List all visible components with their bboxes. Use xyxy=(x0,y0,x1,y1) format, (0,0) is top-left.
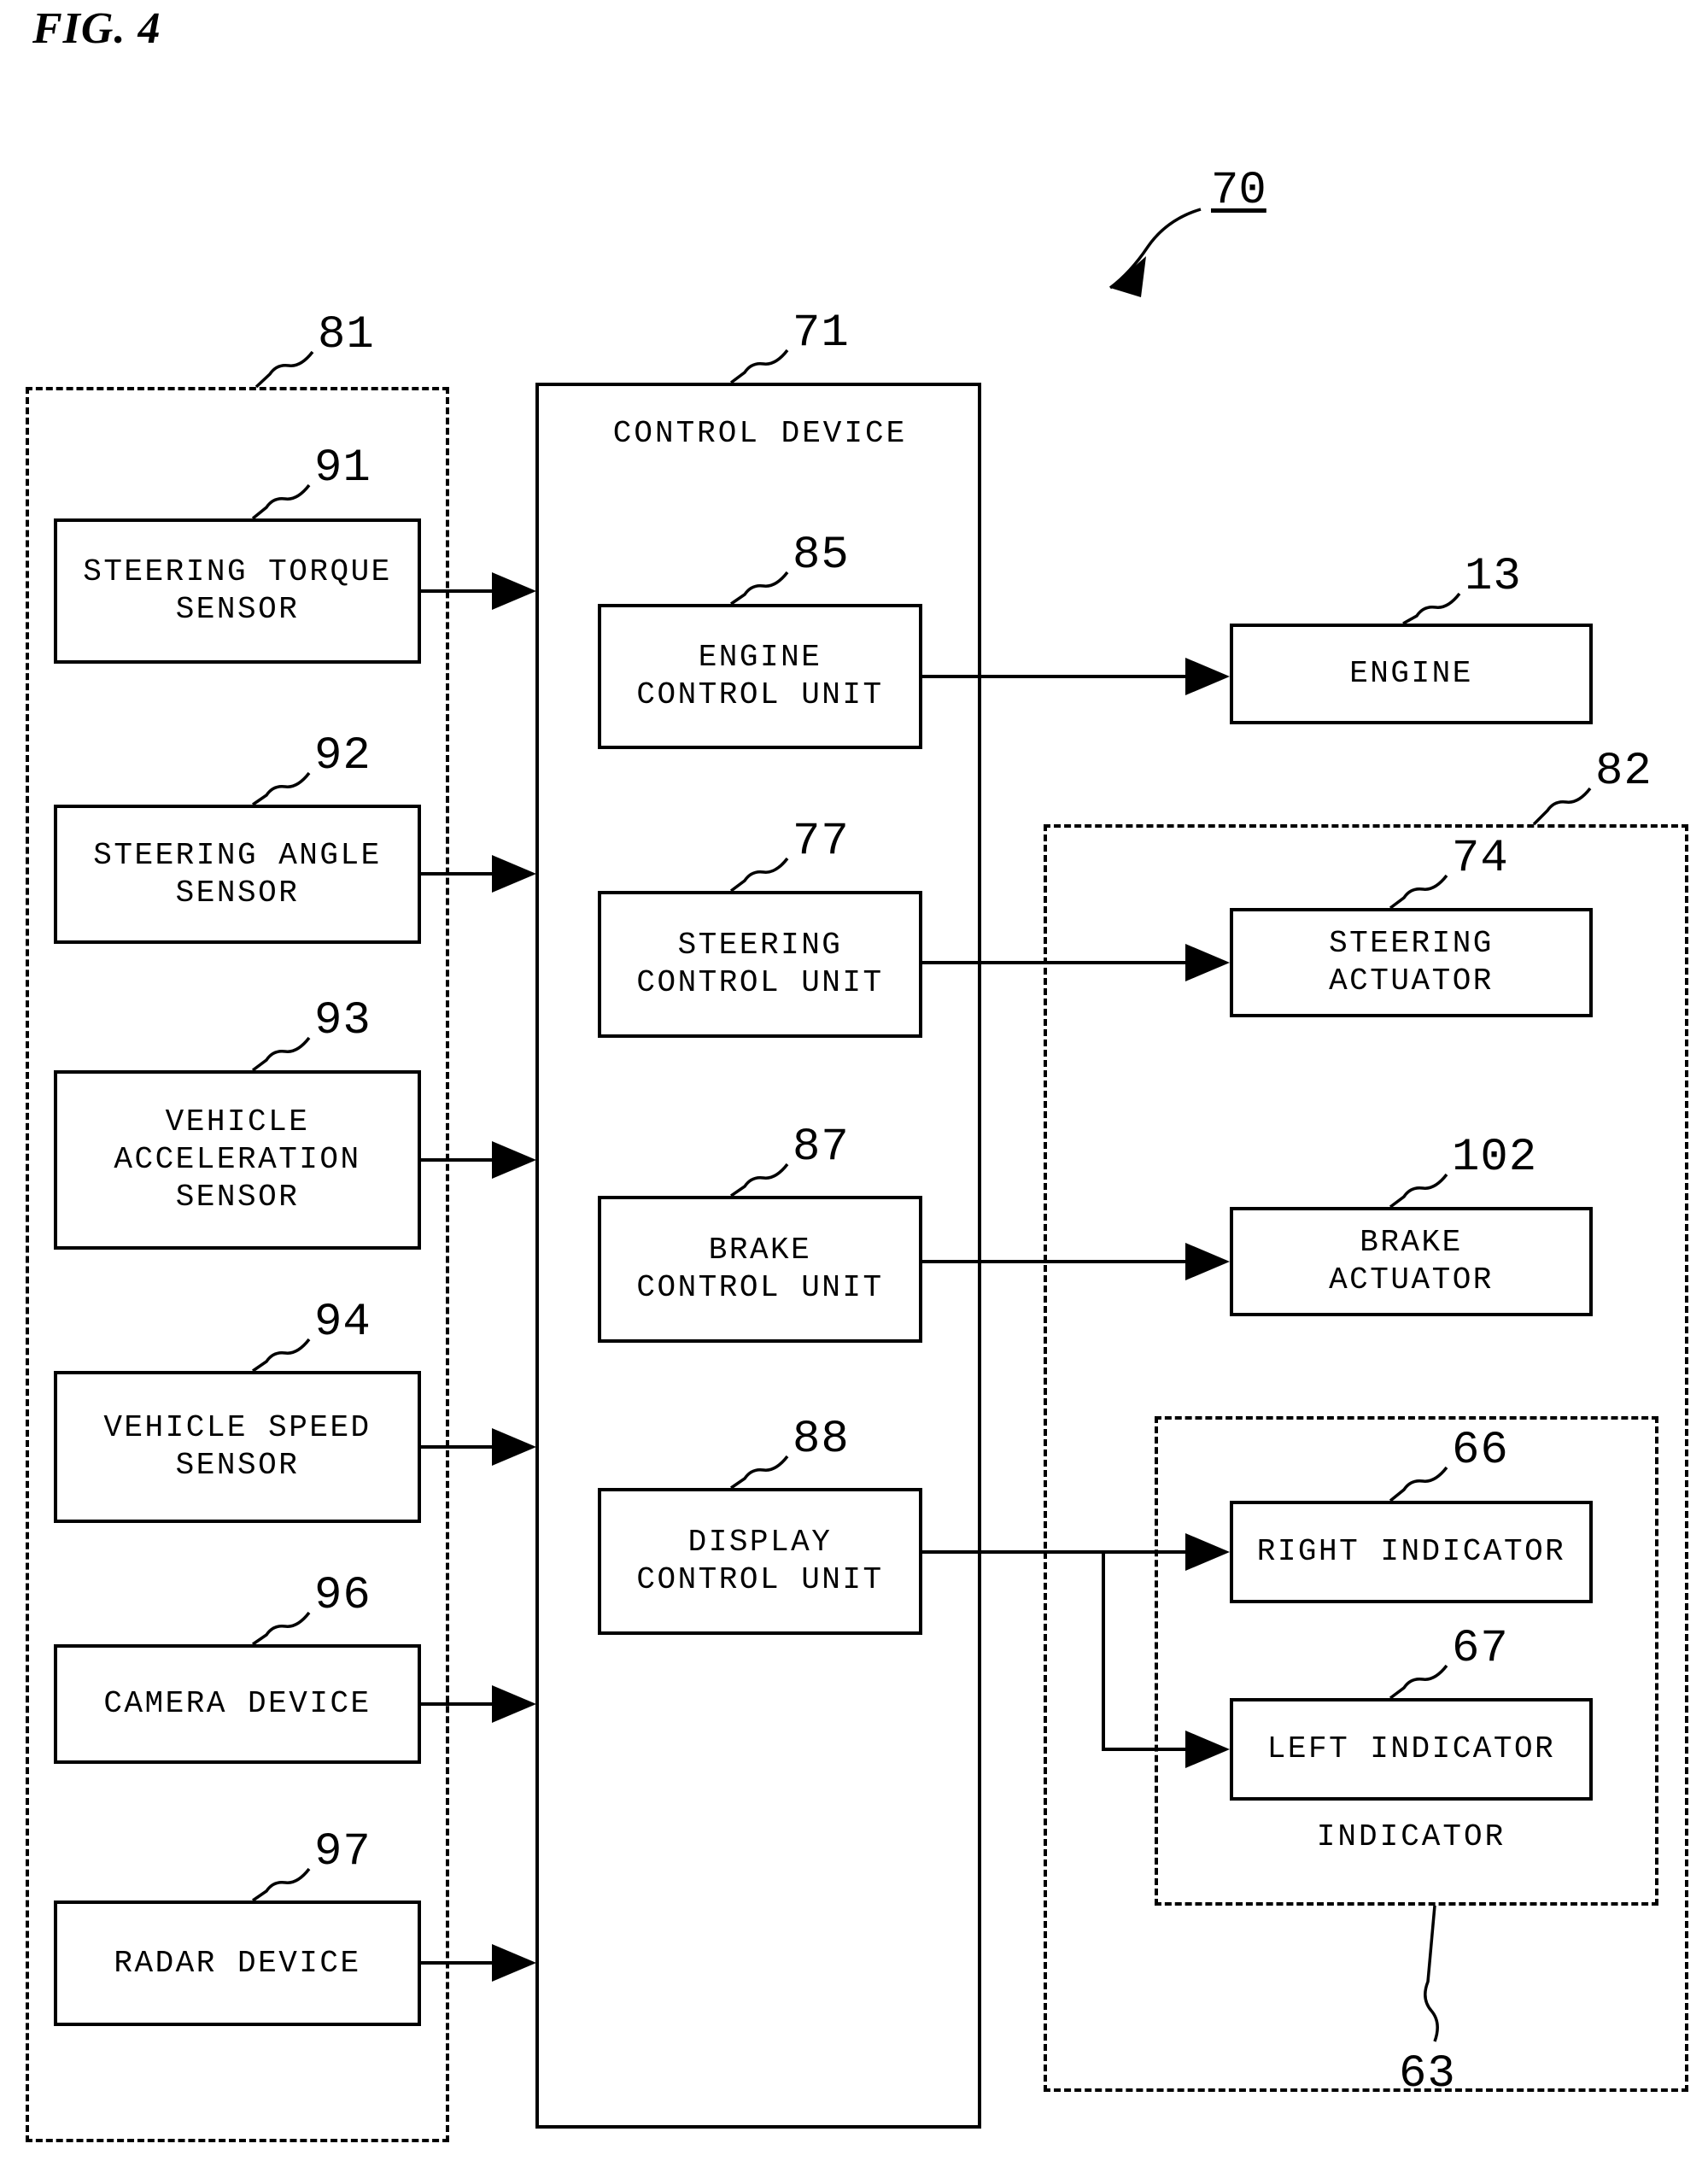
sensor-label-line2: SENSOR xyxy=(175,875,300,911)
engine-box[interactable]: ENGINE xyxy=(1230,624,1593,724)
sensor-steering-torque[interactable]: STEERING TORQUE SENSOR xyxy=(54,518,421,664)
engine-control-unit[interactable]: ENGINE CONTROL UNIT xyxy=(598,604,922,749)
ref-label-92: 92 xyxy=(314,730,371,782)
lead-line-81 xyxy=(254,350,314,389)
unit-label-line1: DISPLAY xyxy=(687,1525,833,1561)
sensor-label-line3: SENSOR xyxy=(175,1179,300,1215)
actuator-label-line1: STEERING xyxy=(1329,926,1494,962)
sensor-camera-device[interactable]: CAMERA DEVICE xyxy=(54,1644,421,1764)
ref-label-63: 63 xyxy=(1399,2048,1456,2100)
sensor-label-line2: SENSOR xyxy=(175,592,300,627)
ref-label-88: 88 xyxy=(793,1414,850,1466)
right-indicator-box[interactable]: RIGHT INDICATOR xyxy=(1230,1501,1593,1603)
unit-label-line2: CONTROL UNIT xyxy=(636,677,884,712)
unit-label-line1: STEERING xyxy=(677,928,843,963)
indicator-group-caption: INDICATOR xyxy=(1316,1819,1506,1854)
indicator-label: RIGHT INDICATOR xyxy=(1256,1534,1566,1570)
steering-control-unit[interactable]: STEERING CONTROL UNIT xyxy=(598,891,922,1038)
figure-title: FIG. 4 xyxy=(32,4,161,53)
ref-label-77: 77 xyxy=(793,816,850,868)
unit-label-line1: ENGINE xyxy=(698,640,822,676)
ref-label-66: 66 xyxy=(1452,1425,1509,1477)
ref-label-13: 13 xyxy=(1465,551,1522,603)
ref-label-67: 67 xyxy=(1452,1623,1509,1675)
steering-actuator-box[interactable]: STEERING ACTUATOR xyxy=(1230,908,1593,1017)
actuator-label-line1: BRAKE xyxy=(1360,1225,1463,1261)
ref-label-96: 96 xyxy=(314,1570,371,1622)
sensor-label-line2: ACCELERATION xyxy=(114,1142,361,1178)
actuator-label-line2: ACTUATOR xyxy=(1329,963,1494,999)
lead-line-71 xyxy=(729,348,789,384)
sensor-label-line1: STEERING ANGLE xyxy=(93,837,382,873)
ref-label-93: 93 xyxy=(314,995,371,1047)
left-indicator-box[interactable]: LEFT INDICATOR xyxy=(1230,1698,1593,1801)
unit-label-line2: CONTROL UNIT xyxy=(636,1562,884,1597)
unit-label-line1: BRAKE xyxy=(708,1233,812,1268)
ref-label-82: 82 xyxy=(1595,746,1652,798)
ref-label-87: 87 xyxy=(793,1122,850,1174)
ref-label-85: 85 xyxy=(793,530,850,582)
ref-label-94: 94 xyxy=(314,1297,371,1349)
system-ref-label: 70 xyxy=(1211,165,1266,217)
sensor-radar-device[interactable]: RADAR DEVICE xyxy=(54,1901,421,2026)
sensor-label-line1: CAMERA DEVICE xyxy=(103,1686,371,1722)
sensor-steering-angle[interactable]: STEERING ANGLE SENSOR xyxy=(54,805,421,944)
ref-label-97: 97 xyxy=(314,1826,371,1878)
sensor-label-line1: VEHICLE SPEED xyxy=(103,1410,371,1446)
ref-label-91: 91 xyxy=(314,442,371,495)
ref-label-74: 74 xyxy=(1452,833,1509,885)
system-arrow-line xyxy=(1108,208,1202,290)
sensor-vehicle-speed[interactable]: VEHICLE SPEED SENSOR xyxy=(54,1371,421,1523)
display-control-unit[interactable]: DISPLAY CONTROL UNIT xyxy=(598,1488,922,1635)
sensor-label-line2: SENSOR xyxy=(175,1448,300,1483)
unit-label-line2: CONTROL UNIT xyxy=(636,1270,884,1305)
unit-label-line2: CONTROL UNIT xyxy=(636,965,884,1000)
brake-control-unit[interactable]: BRAKE CONTROL UNIT xyxy=(598,1196,922,1343)
brake-actuator-box[interactable]: BRAKE ACTUATOR xyxy=(1230,1207,1593,1316)
lead-line-82 xyxy=(1532,787,1592,826)
actuator-label-line2: ACTUATOR xyxy=(1329,1262,1494,1297)
lead-line-13 xyxy=(1402,592,1461,625)
sensor-label-line1: STEERING TORQUE xyxy=(83,554,392,590)
system-arrow-head xyxy=(1110,256,1146,297)
engine-label: ENGINE xyxy=(1349,656,1473,692)
ref-label-102: 102 xyxy=(1452,1132,1538,1184)
indicator-label: LEFT INDICATOR xyxy=(1266,1731,1556,1767)
ref-label-81: 81 xyxy=(318,309,375,361)
ref-label-71: 71 xyxy=(793,307,850,360)
sensor-label-line1: RADAR DEVICE xyxy=(114,1945,361,1981)
sensor-label-line1: VEHICLE xyxy=(165,1104,310,1140)
sensor-vehicle-acceleration[interactable]: VEHICLE ACCELERATION SENSOR xyxy=(54,1070,421,1250)
control-device-title: CONTROL DEVICE xyxy=(612,416,908,451)
